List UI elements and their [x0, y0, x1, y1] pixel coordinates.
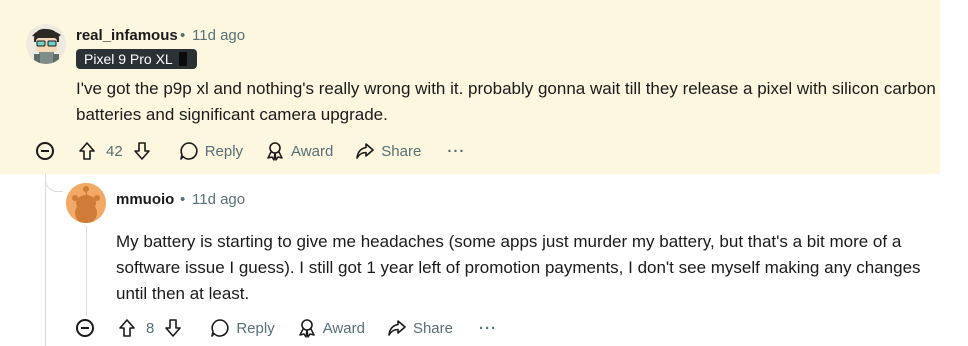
collapse-icon[interactable] [76, 319, 94, 337]
upvote-icon [79, 142, 95, 160]
thread-connector [45, 172, 63, 192]
share-icon [356, 143, 375, 159]
avatar[interactable] [26, 24, 66, 64]
comment-author[interactable]: mmuoio [116, 191, 174, 208]
share-button[interactable]: Share [387, 318, 453, 338]
downvote-button[interactable] [131, 140, 153, 162]
award-label: Award [291, 142, 334, 160]
upvote-button[interactable] [76, 140, 98, 162]
reply-button[interactable]: Reply [210, 318, 275, 338]
comment-action-bar: 42 Reply Award Share ··· [36, 137, 465, 165]
comment-author[interactable]: real_infamous [76, 27, 178, 44]
comment-timestamp[interactable]: 11d ago [192, 191, 245, 208]
award-button[interactable]: Award [297, 318, 365, 338]
award-label: Award [322, 319, 365, 337]
flair-label: Pixel 9 Pro XL [84, 51, 173, 67]
downvote-icon [165, 319, 182, 337]
meta-separator: • [180, 27, 186, 44]
upvote-icon [119, 319, 135, 337]
downvote-button[interactable] [162, 317, 184, 339]
comment-body: My battery is starting to give me headac… [116, 232, 921, 303]
share-label: Share [412, 319, 453, 337]
award-icon [298, 319, 315, 338]
comment-timestamp[interactable]: 11d ago [192, 27, 245, 44]
meta-separator: • [180, 191, 186, 208]
thread-line[interactable] [45, 164, 46, 346]
avatar[interactable] [66, 183, 106, 223]
user-flair: Pixel 9 Pro XL [76, 49, 197, 69]
more-options-button[interactable]: ··· [447, 143, 465, 160]
share-label: Share [381, 142, 422, 160]
award-icon [267, 142, 283, 161]
share-button[interactable]: Share [355, 141, 421, 161]
downvote-icon [133, 142, 150, 160]
reply-label: Reply [204, 142, 244, 160]
vote-count: 8 [146, 319, 155, 337]
reply-button[interactable]: Reply [179, 141, 243, 161]
avatar-image [66, 183, 106, 223]
reply-icon [179, 142, 198, 160]
reply-icon [211, 319, 229, 337]
upvote-button[interactable] [116, 317, 138, 339]
collapse-icon[interactable] [36, 142, 54, 160]
reply-label: Reply [236, 319, 275, 337]
thread-line[interactable] [86, 226, 87, 316]
comment-body: I've got the p9p xl and nothing's really… [76, 79, 936, 124]
vote-count: 42 [106, 142, 123, 160]
share-icon [388, 320, 406, 336]
comment-action-bar: 8 Reply Award Share ··· [76, 314, 497, 342]
award-button[interactable]: Award [265, 141, 333, 161]
avatar-image [26, 24, 66, 64]
more-options-button[interactable]: ··· [479, 320, 497, 337]
flair-emoji [178, 52, 187, 66]
